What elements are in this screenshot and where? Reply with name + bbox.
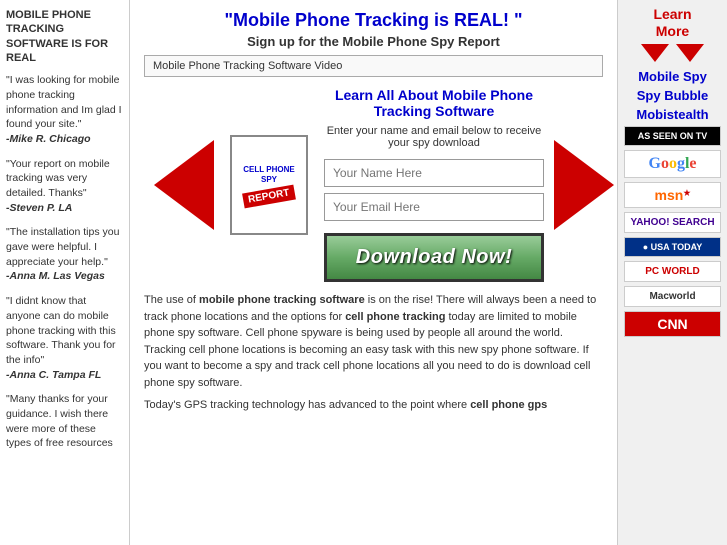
download-button[interactable]: Download Now! — [324, 233, 544, 282]
left-arrow — [144, 140, 224, 230]
email-input[interactable] — [324, 193, 544, 221]
down-arrows — [624, 44, 721, 65]
book-label: REPORT — [242, 184, 295, 208]
down-arrow-right — [676, 44, 704, 62]
form-center: Learn All About Mobile Phone Tracking So… — [324, 87, 544, 282]
usatoday-logo: ● USA TODAY — [624, 237, 721, 257]
video-bar[interactable]: Mobile Phone Tracking Software Video — [144, 55, 603, 77]
down-arrow-left — [641, 44, 669, 62]
macworld-logo: Macworld — [624, 286, 721, 307]
learn-more-heading: Learn More — [624, 6, 721, 40]
google-logo: Google — [624, 150, 721, 178]
testimonial-4: "I didnt know that anyone can do mobile … — [6, 294, 123, 382]
site-title: Mobile Phone Tracking Software is for RE… — [6, 8, 123, 65]
body-text: The use of mobile phone tracking softwar… — [144, 292, 603, 414]
astv-logo: AS SEEN ON TV — [624, 126, 721, 146]
cnn-logo: CNN — [624, 311, 721, 337]
form-section-title: Learn All About Mobile Phone Tracking So… — [324, 87, 544, 119]
main-headline: "Mobile Phone Tracking is REAL! " — [144, 10, 603, 31]
book-cover: CELL PHONE SPY REPORT — [230, 135, 308, 235]
book-image: CELL PHONE SPY REPORT — [224, 135, 314, 235]
spy-bubble-link[interactable]: Spy Bubble — [624, 88, 721, 103]
form-area: CELL PHONE SPY REPORT Learn All About Mo… — [144, 87, 603, 282]
right-arrow — [544, 140, 617, 230]
mobile-spy-link[interactable]: Mobile Spy — [624, 69, 721, 84]
main-content: "Mobile Phone Tracking is REAL! " Sign u… — [130, 0, 617, 545]
testimonial-2: "Your report on mobile tracking was very… — [6, 157, 123, 216]
main-subheadline: Sign up for the Mobile Phone Spy Report — [144, 34, 603, 49]
book-title: CELL PHONE SPY — [243, 165, 294, 184]
name-input[interactable] — [324, 159, 544, 187]
right-sidebar: Learn More Mobile Spy Spy Bubble Mobiste… — [617, 0, 727, 545]
testimonial-3: "The installation tips you gave were hel… — [6, 225, 123, 284]
testimonial-1: "I was looking for mobile phone tracking… — [6, 73, 123, 146]
body-paragraph-2: Today's GPS tracking technology has adva… — [144, 397, 603, 414]
testimonial-5: "Many thanks for your guidance. I wish t… — [6, 392, 123, 451]
pcworld-logo: PC WORLD — [624, 261, 721, 282]
form-section-sub: Enter your name and email below to recei… — [324, 125, 544, 149]
msn-logo: msn★ — [624, 182, 721, 208]
body-paragraph-1: The use of mobile phone tracking softwar… — [144, 292, 603, 391]
left-arrow-shape — [154, 140, 214, 230]
right-arrow-shape — [554, 140, 614, 230]
mobistealth-link[interactable]: Mobistealth — [624, 107, 721, 122]
left-sidebar: Mobile Phone Tracking Software is for RE… — [0, 0, 130, 545]
yahoo-logo: YAHOO! SEARCH — [624, 212, 721, 233]
